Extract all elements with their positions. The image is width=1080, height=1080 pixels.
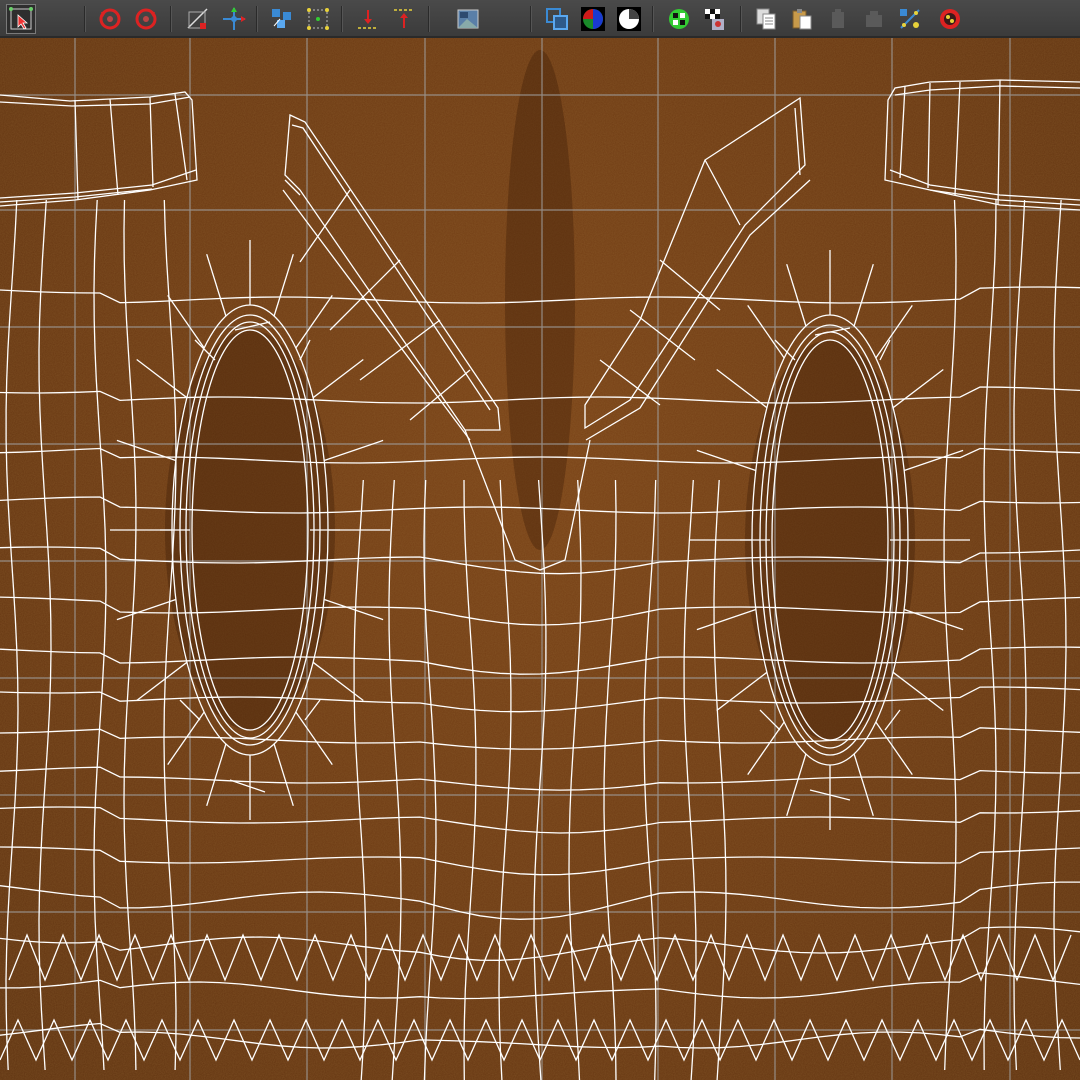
rgb-channels-icon	[581, 7, 605, 31]
align-uvs-button[interactable]	[303, 4, 333, 34]
uv-texture-viewport[interactable]	[0, 38, 1080, 1080]
uv-settings-icon	[940, 9, 960, 29]
texture-image-icon	[457, 9, 479, 29]
grid-snap-icon	[187, 8, 208, 29]
udim-icon	[669, 9, 689, 29]
udim-button[interactable]	[664, 4, 694, 34]
texture-borders-button[interactable]	[542, 4, 572, 34]
rotate-cw-button[interactable]	[131, 4, 161, 34]
move-gizmo-button[interactable]	[219, 4, 249, 34]
arrow-down-icon	[358, 10, 378, 29]
layout-uvs-icon	[272, 9, 291, 28]
checker-icon	[705, 9, 724, 30]
texture-borders-icon	[546, 8, 568, 30]
move-up-button[interactable]	[389, 4, 419, 34]
rotate-ccw-icon	[99, 8, 121, 30]
disabled-icon	[866, 11, 882, 27]
move-down-button[interactable]	[353, 4, 383, 34]
texture-image-button[interactable]	[453, 4, 483, 34]
uv-mesh-canvas[interactable]	[0, 38, 1080, 1080]
shaded-toggle-icon	[617, 7, 641, 31]
align-uvs-icon	[307, 8, 329, 30]
copy-uvs-button[interactable]	[751, 4, 781, 34]
rgb-channels-button[interactable]	[578, 4, 608, 34]
grid-snap-button[interactable]	[183, 4, 213, 34]
select-arrow-icon	[9, 7, 33, 30]
uv-editor-toolbar	[0, 0, 1080, 38]
layout-uvs-button[interactable]	[267, 4, 297, 34]
disabled-icon	[832, 9, 844, 28]
arrow-up-icon	[394, 9, 414, 28]
uv-snapshot-button[interactable]	[895, 4, 925, 34]
copy-icon	[756, 8, 776, 30]
uv-snapshot-icon	[900, 9, 920, 29]
shaded-toggle-button[interactable]	[614, 4, 644, 34]
disabled-1-button[interactable]	[823, 4, 853, 34]
rotate-ccw-button[interactable]	[95, 4, 125, 34]
rotate-cw-icon	[135, 8, 157, 30]
uv-settings-button[interactable]	[935, 4, 965, 34]
move-gizmo-icon	[223, 7, 246, 30]
paste-icon	[792, 9, 812, 30]
select-faces-tool-button[interactable]	[6, 4, 36, 34]
paste-uvs-button[interactable]	[787, 4, 817, 34]
disabled-2-button[interactable]	[859, 4, 889, 34]
checker-button[interactable]	[700, 4, 730, 34]
